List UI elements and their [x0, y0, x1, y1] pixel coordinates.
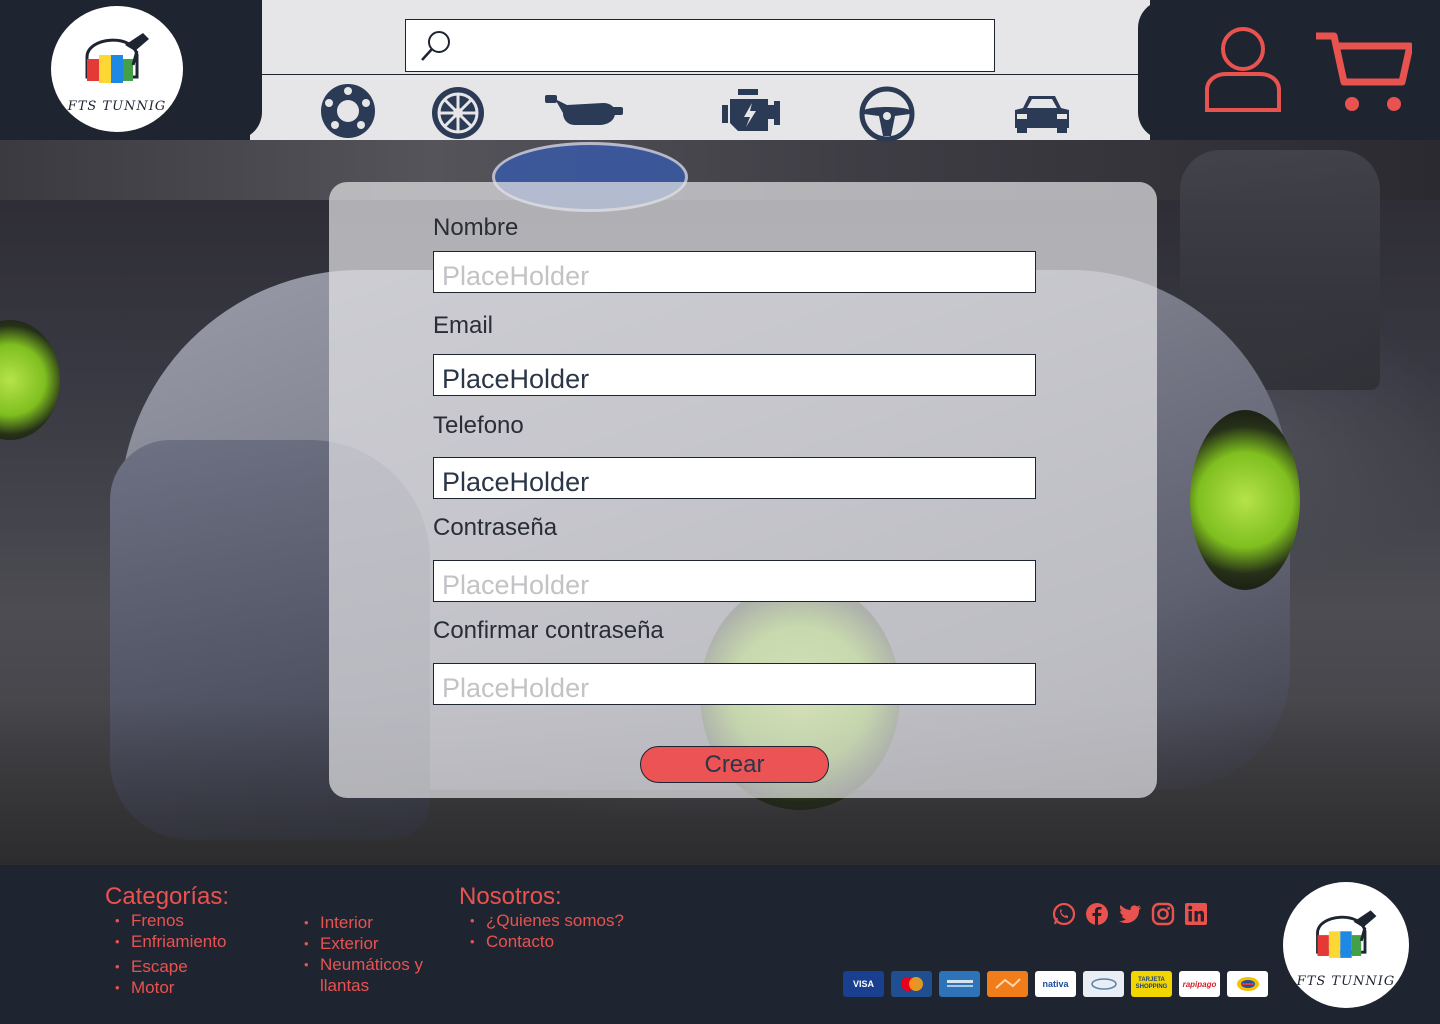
mastercard-logo: [891, 971, 932, 997]
footer-brand-name: FTS TUNNIG: [1296, 973, 1396, 989]
nombre-field[interactable]: [433, 251, 1036, 293]
engine-icon[interactable]: [722, 87, 780, 140]
linkedin-icon[interactable]: [1184, 902, 1208, 926]
social-links: [1052, 902, 1208, 926]
contrasena-label: Contraseña: [433, 514, 558, 541]
footer-link-neumaticos[interactable]: Neumáticos y llantas: [294, 954, 454, 996]
footer-nosotros-list: ¿Quienes somos? Contacto: [460, 910, 624, 952]
hero-wheel: [0, 320, 60, 440]
confirmar-contrasena-field[interactable]: [433, 663, 1036, 705]
contrasena-field[interactable]: [433, 560, 1036, 602]
footer-nosotros-title: Nosotros:: [459, 883, 562, 910]
search-icon[interactable]: [418, 28, 454, 69]
search-bar[interactable]: [405, 19, 995, 72]
facebook-icon[interactable]: [1085, 902, 1109, 926]
tarjeta-shopping-logo: TARJETA SHOPPING: [1131, 971, 1172, 997]
pagofacil-logo: [1227, 971, 1268, 997]
wheel-icon[interactable]: [431, 86, 485, 145]
footer-link-exterior[interactable]: Exterior: [294, 933, 454, 954]
footer-link-contacto[interactable]: Contacto: [460, 931, 624, 952]
footer-link-frenos[interactable]: Frenos: [105, 910, 226, 931]
visa-card-logo: VISA: [843, 971, 884, 997]
user-actions-box: [1138, 0, 1440, 140]
steering-wheel-icon[interactable]: [859, 86, 915, 147]
user-icon[interactable]: [1204, 26, 1282, 117]
twitter-icon[interactable]: [1118, 902, 1142, 926]
footer-brand-logo[interactable]: FTS TUNNIG: [1283, 882, 1409, 1008]
instagram-icon[interactable]: [1151, 902, 1175, 926]
exhaust-icon[interactable]: [545, 93, 623, 134]
footer-categories-list-1: Frenos Enfriamiento Escape Motor: [105, 910, 226, 998]
hero-wheel: [1190, 410, 1300, 590]
footer-link-motor[interactable]: Motor: [105, 977, 226, 998]
paint-gun-logo-icon: [1316, 909, 1377, 958]
search-input[interactable]: [462, 28, 982, 64]
payment-methods: VISA nativa TARJETA SHOPPING rapipago: [843, 971, 1268, 997]
footer-link-escape[interactable]: Escape: [105, 956, 226, 977]
email-label: Email: [433, 312, 494, 339]
brake-disc-icon[interactable]: [319, 83, 377, 144]
cart-icon[interactable]: [1314, 32, 1414, 119]
whatsapp-icon[interactable]: [1052, 902, 1076, 926]
crear-button[interactable]: Crear: [640, 746, 829, 783]
footer-link-enfriamiento[interactable]: Enfriamiento: [105, 931, 226, 952]
rapipago-logo: rapipago: [1179, 971, 1220, 997]
email-field[interactable]: [433, 354, 1036, 396]
brand-logo[interactable]: FTS TUNNIG: [51, 6, 183, 132]
telefono-field[interactable]: [433, 457, 1036, 499]
brand-name: FTS TUNNIG: [67, 98, 167, 114]
confirmar-contrasena-label: Confirmar contraseña: [433, 617, 664, 644]
amex-card-logo: [939, 971, 980, 997]
nombre-label: Nombre: [433, 214, 519, 241]
footer-categories-list-2: Interior Exterior Neumáticos y llantas: [294, 912, 454, 996]
nativa-card-logo: nativa: [1035, 971, 1076, 997]
car-icon[interactable]: [1013, 94, 1071, 139]
naranja-card-logo: [987, 971, 1028, 997]
header-divider: [250, 74, 1138, 75]
footer-link-quienes-somos[interactable]: ¿Quienes somos?: [460, 910, 624, 931]
telefono-label: Telefono: [433, 412, 524, 439]
footer-categories-title: Categorías:: [105, 883, 230, 910]
brand-box: FTS TUNNIG: [0, 0, 262, 140]
paint-gun-logo-icon: [85, 32, 149, 83]
cabal-card-logo: [1083, 971, 1124, 997]
footer-link-interior[interactable]: Interior: [294, 912, 454, 933]
